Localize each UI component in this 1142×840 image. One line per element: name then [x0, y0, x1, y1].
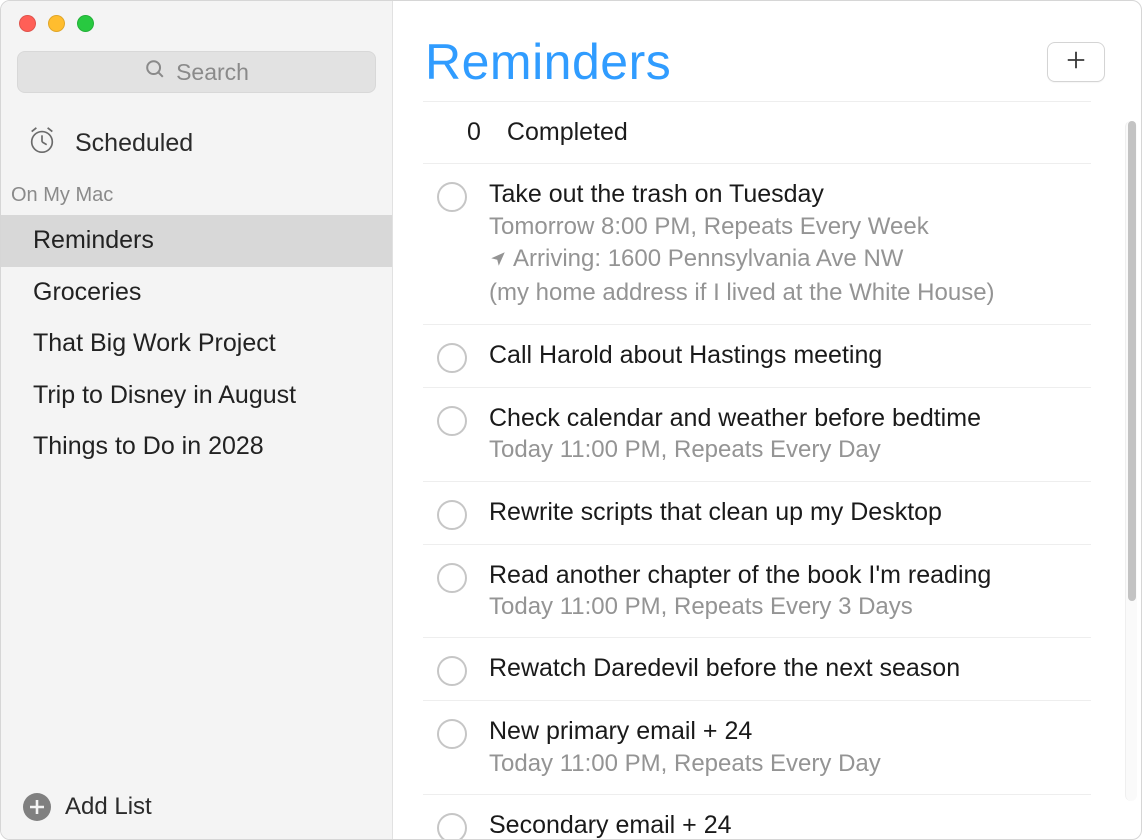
sidebar-list-label: Reminders — [33, 226, 154, 254]
reminder-title: New primary email + 24 — [489, 715, 1091, 748]
reminder-schedule: Today 11:00 PM, Repeats Every Day — [489, 434, 1091, 466]
reminder-checkbox[interactable] — [437, 343, 467, 373]
location-arrow-icon — [489, 245, 507, 277]
reminder-checkbox[interactable] — [437, 656, 467, 686]
add-reminder-button[interactable] — [1047, 42, 1105, 82]
reminder-item[interactable]: New primary email + 24 Today 11:00 PM, R… — [423, 700, 1091, 794]
sidebar-list-things-2028[interactable]: Things to Do in 2028 — [1, 421, 392, 473]
app-window: Search Scheduled On My Mac Reminders — [0, 0, 1142, 840]
search-icon — [144, 58, 166, 86]
add-list-label: Add List — [65, 793, 152, 821]
reminder-checkbox[interactable] — [437, 719, 467, 749]
clock-alarm-icon — [27, 125, 57, 162]
sidebar-list-label: Trip to Disney in August — [33, 381, 296, 409]
completed-header[interactable]: 0 Completed — [423, 101, 1091, 163]
reminder-location: Arriving: 1600 Pennsylvania Ave NW — [489, 243, 1091, 277]
main-header: Reminders — [393, 1, 1141, 101]
sidebar-list-label: Things to Do in 2028 — [33, 432, 264, 460]
reminder-title: Check calendar and weather before bedtim… — [489, 402, 1091, 435]
sidebar-item-scheduled[interactable]: Scheduled — [1, 107, 392, 180]
sidebar-list-work-project[interactable]: That Big Work Project — [1, 318, 392, 370]
sidebar-section-header: On My Mac — [1, 180, 392, 215]
reminder-title: Take out the trash on Tuesday — [489, 178, 1091, 211]
plus-icon — [1065, 49, 1087, 76]
reminder-title: Read another chapter of the book I'm rea… — [489, 559, 1091, 592]
minimize-window-button[interactable] — [48, 15, 65, 32]
reminder-checkbox[interactable] — [437, 500, 467, 530]
reminder-checkbox[interactable] — [437, 182, 467, 212]
reminder-checkbox[interactable] — [437, 406, 467, 436]
reminder-checkbox[interactable] — [437, 563, 467, 593]
reminder-title: Rewatch Daredevil before the next season — [489, 652, 1091, 685]
reminder-item[interactable]: Secondary email + 24 — [423, 794, 1091, 839]
plus-circle-icon — [23, 793, 51, 821]
list-title: Reminders — [425, 33, 671, 91]
reminder-item[interactable]: Take out the trash on Tuesday Tomorrow 8… — [423, 163, 1091, 324]
sidebar-list-groceries[interactable]: Groceries — [1, 267, 392, 319]
reminder-item[interactable]: Rewrite scripts that clean up my Desktop — [423, 481, 1091, 544]
search-placeholder: Search — [176, 59, 249, 86]
scrollbar-track[interactable] — [1125, 121, 1137, 801]
scheduled-label: Scheduled — [75, 129, 193, 158]
sidebar-list-label: That Big Work Project — [33, 329, 276, 357]
reminders-scroll[interactable]: 0 Completed Take out the trash on Tuesda… — [393, 101, 1141, 839]
reminder-title: Secondary email + 24 — [489, 809, 1091, 839]
reminder-item[interactable]: Check calendar and weather before bedtim… — [423, 387, 1091, 481]
reminder-schedule: Today 11:00 PM, Repeats Every Day — [489, 748, 1091, 780]
completed-label: Completed — [507, 118, 628, 147]
window-controls — [1, 1, 392, 39]
reminder-checkbox[interactable] — [437, 813, 467, 839]
reminder-schedule: Tomorrow 8:00 PM, Repeats Every Week — [489, 211, 1091, 243]
completed-count: 0 — [467, 118, 481, 147]
reminder-item[interactable]: Read another chapter of the book I'm rea… — [423, 544, 1091, 638]
sidebar-list-trip-disney[interactable]: Trip to Disney in August — [1, 370, 392, 422]
sidebar-lists: Reminders Groceries That Big Work Projec… — [1, 215, 392, 473]
sidebar: Search Scheduled On My Mac Reminders — [1, 1, 393, 839]
reminder-item[interactable]: Rewatch Daredevil before the next season — [423, 637, 1091, 700]
reminder-title: Rewrite scripts that clean up my Desktop — [489, 496, 1091, 529]
reminder-note: (my home address if I lived at the White… — [489, 277, 1091, 309]
sidebar-list-label: Groceries — [33, 278, 141, 306]
scrollbar-thumb[interactable] — [1128, 121, 1136, 601]
reminder-schedule: Today 11:00 PM, Repeats Every 3 Days — [489, 591, 1091, 623]
search-input[interactable]: Search — [17, 51, 376, 93]
add-list-button[interactable]: Add List — [1, 777, 392, 839]
close-window-button[interactable] — [19, 15, 36, 32]
sidebar-list-reminders[interactable]: Reminders — [1, 215, 392, 267]
reminder-item[interactable]: Call Harold about Hastings meeting — [423, 324, 1091, 387]
main-panel: Reminders 0 Completed Take out the trash… — [393, 1, 1141, 839]
zoom-window-button[interactable] — [77, 15, 94, 32]
reminder-title: Call Harold about Hastings meeting — [489, 339, 1091, 372]
